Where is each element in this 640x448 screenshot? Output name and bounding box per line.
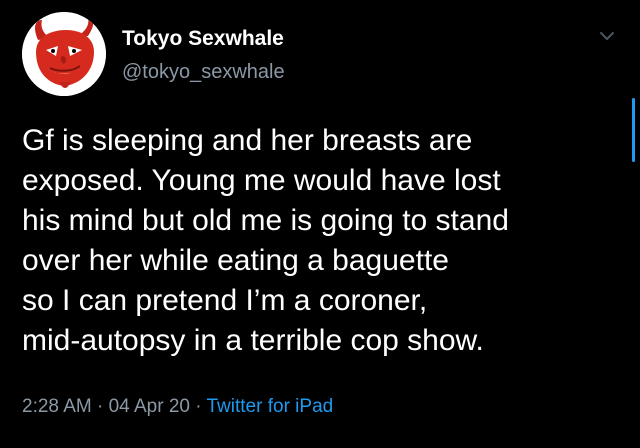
author-display-name[interactable]: Tokyo Sexwhale [122,27,284,51]
tweet-card: Tokyo Sexwhale @tokyo_sexwhale Gf is sle… [0,0,640,448]
tweet-meta: 2:28 AM · 04 Apr 20 · Twitter for iPad [22,396,333,418]
tweet-text-line: exposed. Young me would have lost [22,164,501,197]
avatar[interactable] [22,12,106,96]
tweet-date[interactable]: 04 Apr 20 [109,396,190,417]
tweet-text-line: over her while eating a baguette [22,244,449,277]
scroll-indicator [632,98,635,162]
tweet-time[interactable]: 2:28 AM [22,396,92,417]
author-handle[interactable]: @tokyo_sexwhale [122,61,285,84]
tweet-text: Gf is sleeping and her breasts are expos… [22,121,628,361]
meta-separator: · [189,396,207,417]
tweet-text-line: so I can pretend I’m a coroner, [22,284,428,317]
tweet-text-line: Gf is sleeping and her breasts are [22,124,473,157]
meta-separator: · [91,396,109,417]
tweet-text-line: mid-autopsy in a terrible cop show. [22,324,484,357]
tweet-text-line: his mind but old me is going to stand [22,204,509,237]
tweet-source-link[interactable]: Twitter for iPad [207,396,334,417]
chevron-down-icon[interactable] [597,26,617,46]
red-devil-mask-icon [22,12,106,96]
